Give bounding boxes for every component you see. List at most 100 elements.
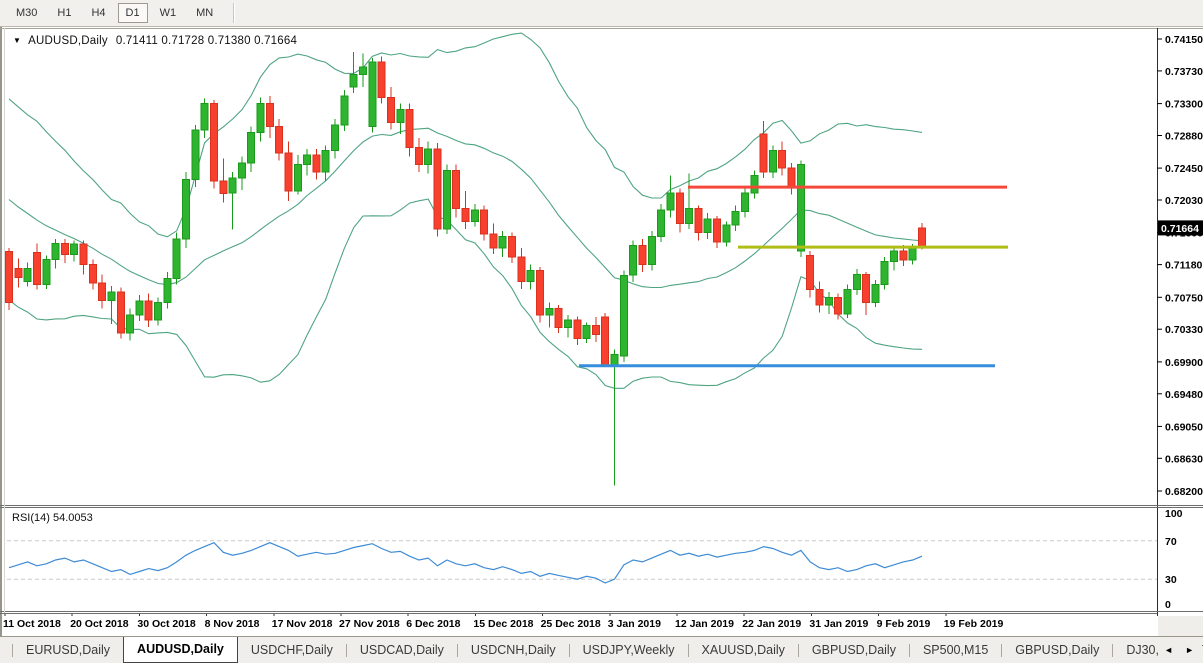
candle-body — [238, 163, 245, 178]
date-label: 19 Feb 2019 — [944, 618, 1004, 630]
date-label: 22 Jan 2019 — [742, 618, 801, 630]
candle-body — [732, 211, 739, 225]
candle-body — [574, 320, 581, 338]
rsi-level-label: 30 — [1165, 574, 1177, 586]
price-tick-label: 0.68200 — [1165, 486, 1203, 498]
candle-body — [565, 320, 572, 328]
candle-body — [555, 309, 562, 328]
candle-body — [527, 271, 534, 282]
timeframe-button-D1[interactable]: D1 — [118, 3, 148, 23]
candle-body — [52, 243, 59, 259]
date-label: 30 Oct 2018 — [137, 618, 195, 630]
rsi-level-label: 70 — [1165, 536, 1177, 548]
rsi-line — [9, 543, 922, 583]
tab-XAUUSD-Daily[interactable]: XAUUSD,Daily — [689, 637, 798, 663]
candle-body — [825, 297, 832, 305]
candle-body — [751, 176, 758, 194]
tab-USDCNH-Daily[interactable]: USDCNH,Daily — [458, 637, 569, 663]
chart-canvas[interactable]: 0.741500.737300.733000.728800.724500.720… — [0, 28, 1203, 616]
date-label: 6 Dec 2018 — [406, 618, 460, 630]
candle-body — [462, 208, 469, 221]
date-label: 27 Nov 2018 — [339, 618, 400, 630]
timeframe-button-H4[interactable]: H4 — [83, 3, 113, 23]
candle-body — [807, 256, 814, 290]
candle-body — [24, 268, 31, 281]
price-tick-label: 0.74150 — [1165, 34, 1203, 46]
candle-body — [313, 155, 320, 172]
candle-body — [61, 243, 68, 254]
candle-body — [388, 98, 395, 123]
candle-body — [490, 234, 497, 248]
candle-body — [425, 149, 432, 164]
candle-body — [602, 317, 609, 366]
candle-body — [33, 253, 40, 285]
current-price-label: 0.71664 — [1161, 223, 1199, 235]
candle-body — [639, 246, 646, 265]
date-label: 3 Jan 2019 — [608, 618, 661, 630]
tab-SP500-M15[interactable]: SP500,M15 — [910, 637, 1001, 663]
tab-GBPUSD-Daily[interactable]: GBPUSD,Daily — [799, 637, 909, 663]
symbol-tabbar: EURUSD,DailyAUDUSD,DailyUSDCHF,DailyUSDC… — [0, 636, 1203, 663]
candle-body — [145, 301, 152, 320]
candle-body — [695, 208, 702, 232]
date-label: 17 Nov 2018 — [272, 618, 333, 630]
candle-body — [322, 151, 329, 172]
tab-GBPUSD-Daily[interactable]: GBPUSD,Daily — [1002, 637, 1112, 663]
timeframe-button-M30[interactable]: M30 — [8, 3, 45, 23]
price-tick-label: 0.72030 — [1165, 195, 1203, 207]
candle-body — [406, 110, 413, 148]
candle-body — [909, 248, 916, 260]
candle-body — [891, 251, 898, 262]
main-price-pane — [6, 33, 1009, 486]
candle-body — [686, 208, 693, 223]
candle-body — [136, 301, 143, 315]
price-tick-label: 0.70330 — [1165, 324, 1203, 336]
candle-body — [704, 219, 711, 233]
candle-body — [127, 315, 134, 333]
candle-body — [6, 252, 13, 303]
tab-AUDUSD-Daily[interactable]: AUDUSD,Daily — [123, 636, 238, 663]
candle-body — [471, 210, 478, 221]
tab-USDCAD-Daily[interactable]: USDCAD,Daily — [347, 637, 457, 663]
candle-body — [788, 168, 795, 187]
candle-body — [341, 96, 348, 125]
price-tick-label: 0.68630 — [1165, 453, 1203, 465]
candle-body — [304, 155, 311, 164]
date-label: 11 Oct 2018 — [3, 618, 61, 630]
tab-USDCHF-Daily[interactable]: USDCHF,Daily — [238, 637, 346, 663]
candle-body — [797, 164, 804, 251]
tab-scroll-right-icon[interactable]: ► — [1185, 637, 1194, 663]
tab-EURUSD-Daily[interactable]: EURUSD,Daily — [13, 637, 123, 663]
price-tick-label: 0.69900 — [1165, 357, 1203, 369]
date-label: 15 Dec 2018 — [473, 618, 533, 630]
candle-body — [155, 303, 162, 321]
candle-body — [360, 67, 367, 75]
candle-body — [229, 178, 236, 193]
timeframe-button-MN[interactable]: MN — [188, 3, 221, 23]
candle-body — [844, 290, 851, 314]
timeframe-button-W1[interactable]: W1 — [152, 3, 185, 23]
date-label: 9 Feb 2019 — [877, 618, 931, 630]
candle-body — [518, 257, 525, 281]
candle-body — [509, 237, 516, 258]
date-label: 20 Oct 2018 — [70, 618, 128, 630]
candle-body — [779, 151, 786, 169]
price-tick-label: 0.72450 — [1165, 163, 1203, 175]
price-tick-label: 0.73300 — [1165, 99, 1203, 111]
candle-body — [397, 110, 404, 123]
candle-body — [117, 292, 124, 333]
candle-body — [15, 268, 22, 277]
candle-body — [43, 259, 50, 284]
candle-body — [723, 225, 730, 242]
date-label: 12 Jan 2019 — [675, 618, 734, 630]
timeframe-button-H1[interactable]: H1 — [49, 3, 79, 23]
price-tick-label: 0.73730 — [1165, 66, 1203, 78]
candle-body — [881, 262, 888, 285]
candle-body — [481, 210, 488, 234]
candle-body — [537, 271, 544, 315]
price-tick-label: 0.69050 — [1165, 421, 1203, 433]
tab-scroll-left-icon[interactable]: ◄ — [1164, 637, 1173, 663]
tab-USDJPY-Weekly[interactable]: USDJPY,Weekly — [570, 637, 688, 663]
candle-body — [173, 239, 180, 278]
candle-body — [742, 193, 749, 211]
